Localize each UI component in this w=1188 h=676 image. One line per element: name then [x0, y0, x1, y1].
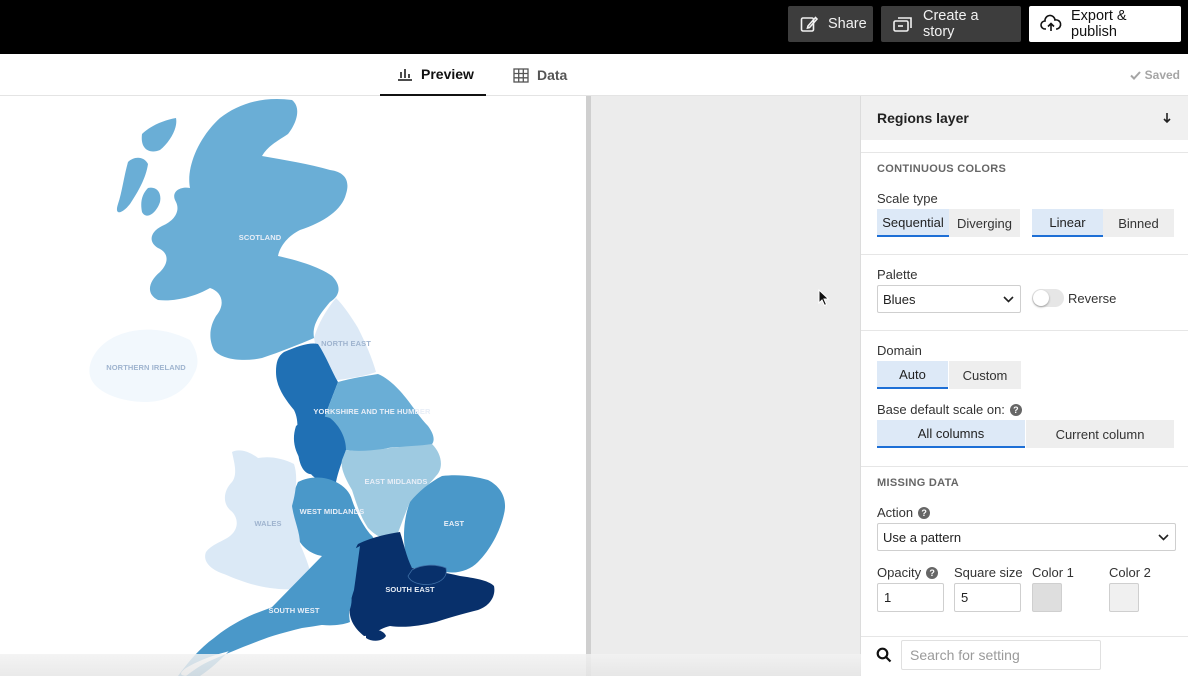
tab-data-label: Data	[537, 67, 568, 83]
tab-preview-label: Preview	[421, 66, 474, 82]
region-scotland-isles	[116, 118, 177, 216]
label-scotland: SCOTLAND	[239, 233, 282, 242]
color1-swatch[interactable]	[1032, 583, 1062, 612]
help-icon[interactable]: ?	[1009, 403, 1022, 416]
missing-data-title: MISSING DATA	[877, 477, 960, 489]
continuous-colors-section: CONTINUOUS COLORS Scale type Sequential …	[861, 152, 1188, 254]
edit-share-icon	[800, 16, 819, 32]
empty-canvas-area	[591, 96, 861, 676]
settings-search-bar: Search for setting	[861, 636, 1188, 676]
binned-button[interactable]: Binned	[1103, 209, 1174, 237]
domain-section: Domain Auto Custom Base default scale on…	[861, 330, 1188, 466]
action-select[interactable]: Use a pattern	[877, 523, 1176, 551]
palette-value: Blues	[883, 291, 916, 307]
color1-label: Color 1	[1032, 565, 1074, 580]
label-yorkshire: YORKSHIRE AND THE HUMBER	[313, 407, 431, 416]
cloud-upload-icon	[1040, 14, 1062, 31]
palette-section: Palette Blues Reverse	[861, 254, 1188, 330]
search-icon	[876, 647, 892, 663]
action-value: Use a pattern	[883, 529, 962, 545]
base-scale-label: Base default scale on: ?	[877, 402, 1022, 417]
bar-chart-icon	[398, 69, 412, 81]
action-label: Action ?	[877, 505, 931, 520]
domain-label: Domain	[877, 343, 922, 358]
reverse-label: Reverse	[1068, 291, 1117, 306]
palette-label: Palette	[877, 267, 918, 282]
create-story-button[interactable]: Create a story	[881, 6, 1021, 42]
share-button[interactable]: Share	[788, 6, 873, 42]
continuous-colors-title: CONTINUOUS COLORS	[877, 163, 1007, 175]
top-bar: Share Create a story Export & publish	[0, 0, 1188, 54]
current-column-button[interactable]: Current column	[1026, 420, 1174, 448]
label-east-midlands: EAST MIDLANDS	[365, 477, 428, 486]
story-icon	[893, 17, 912, 32]
region-isle-of-wight	[366, 629, 386, 641]
settings-sidebar: Regions layer CONTINUOUS COLORS Scale ty…	[861, 96, 1188, 676]
check-icon	[1129, 70, 1141, 80]
chevron-down-icon	[1003, 295, 1014, 303]
diverging-button[interactable]: Diverging	[949, 209, 1020, 237]
help-icon[interactable]: ?	[926, 566, 939, 579]
opacity-input[interactable]: 1	[877, 583, 944, 612]
saved-label: Saved	[1144, 68, 1180, 82]
create-story-label: Create a story	[923, 8, 979, 40]
color2-swatch[interactable]	[1109, 583, 1139, 612]
region-scotland[interactable]	[149, 98, 348, 360]
palette-select[interactable]: Blues	[877, 285, 1021, 313]
all-columns-button[interactable]: All columns	[877, 420, 1025, 448]
tab-data[interactable]: Data	[513, 54, 567, 96]
panel-title: Regions layer	[877, 110, 969, 126]
square-size-label: Square size	[954, 565, 1023, 580]
domain-custom-button[interactable]: Custom	[949, 361, 1021, 389]
label-south-east: SOUTH EAST	[385, 585, 435, 594]
color2-label: Color 2	[1109, 565, 1151, 580]
reverse-toggle[interactable]	[1032, 289, 1064, 307]
chevron-down-icon	[1158, 533, 1169, 541]
label-northern-ireland: NORTHERN IRELAND	[106, 363, 186, 372]
scale-type-label: Scale type	[877, 191, 938, 206]
domain-auto-button[interactable]: Auto	[877, 361, 948, 389]
opacity-label: Opacity ?	[877, 565, 939, 580]
map-preview: SCOTLAND NORTHERN IRELAND NORTH EAST YOR…	[0, 96, 586, 676]
missing-data-section: MISSING DATA Action ? Use a pattern Opac…	[861, 466, 1188, 636]
label-south-west: SOUTH WEST	[269, 606, 320, 615]
view-tabs: Preview Data Saved	[0, 54, 1188, 96]
help-icon[interactable]: ?	[918, 506, 931, 519]
square-size-input[interactable]: 5	[954, 583, 1021, 612]
regions-layer-header[interactable]: Regions layer	[861, 96, 1188, 140]
choropleth-map: SCOTLAND NORTHERN IRELAND NORTH EAST YOR…	[89, 98, 506, 676]
mouse-cursor-icon	[818, 288, 830, 312]
saved-status: Saved	[1129, 54, 1180, 96]
export-publish-label: Export & publish	[1071, 8, 1127, 40]
label-west-midlands: WEST MIDLANDS	[300, 507, 365, 516]
tab-preview[interactable]: Preview	[380, 54, 486, 96]
share-label: Share	[828, 16, 867, 32]
label-wales: WALES	[254, 519, 281, 528]
arrow-down-icon	[1163, 113, 1171, 124]
label-east: EAST	[444, 519, 465, 528]
linear-button[interactable]: Linear	[1032, 209, 1103, 237]
label-north-east: NORTH EAST	[321, 339, 371, 348]
sequential-button[interactable]: Sequential	[877, 209, 949, 237]
search-input[interactable]: Search for setting	[901, 640, 1101, 670]
bottom-fade	[0, 654, 861, 676]
table-grid-icon	[513, 67, 529, 83]
export-publish-button[interactable]: Export & publish	[1029, 6, 1181, 42]
